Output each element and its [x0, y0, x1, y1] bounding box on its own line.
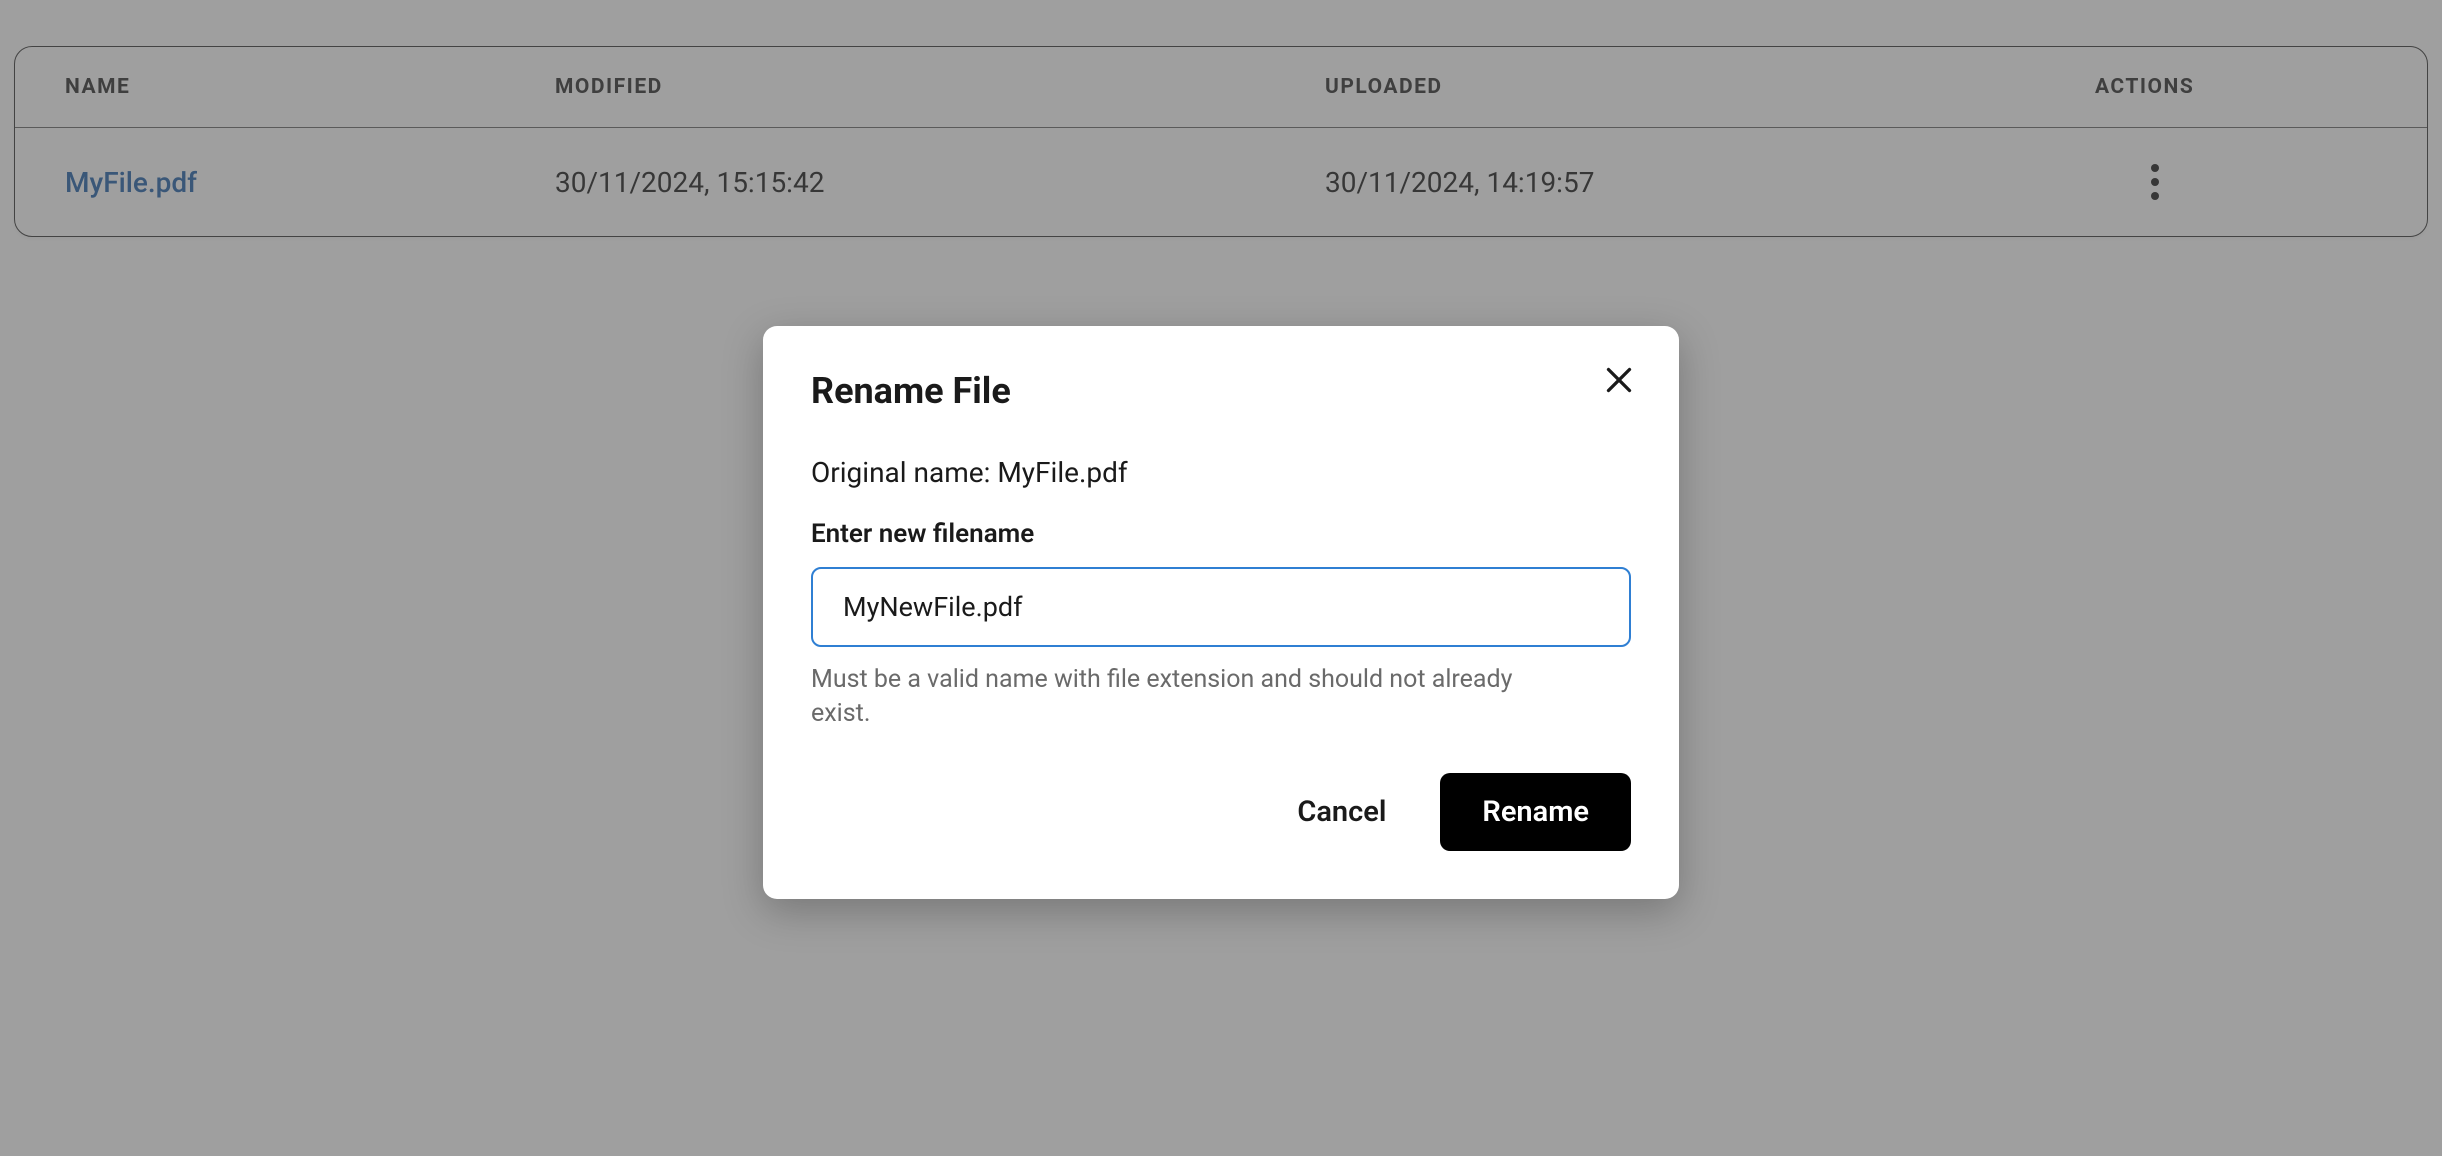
- new-filename-label: Enter new filename: [811, 519, 1631, 549]
- close-button[interactable]: [1601, 362, 1637, 398]
- rename-file-modal: Rename File Original name: MyFile.pdf En…: [763, 326, 1679, 899]
- close-icon: [1601, 362, 1637, 398]
- new-filename-input[interactable]: [811, 567, 1631, 647]
- modal-overlay[interactable]: Rename File Original name: MyFile.pdf En…: [0, 0, 2442, 1156]
- cancel-button[interactable]: Cancel: [1287, 777, 1396, 847]
- rename-button[interactable]: Rename: [1440, 773, 1631, 851]
- modal-actions: Cancel Rename: [811, 773, 1631, 851]
- filename-help-text: Must be a valid name with file extension…: [811, 663, 1551, 731]
- modal-title: Rename File: [811, 370, 1631, 412]
- original-name-label: Original name: MyFile.pdf: [811, 456, 1631, 489]
